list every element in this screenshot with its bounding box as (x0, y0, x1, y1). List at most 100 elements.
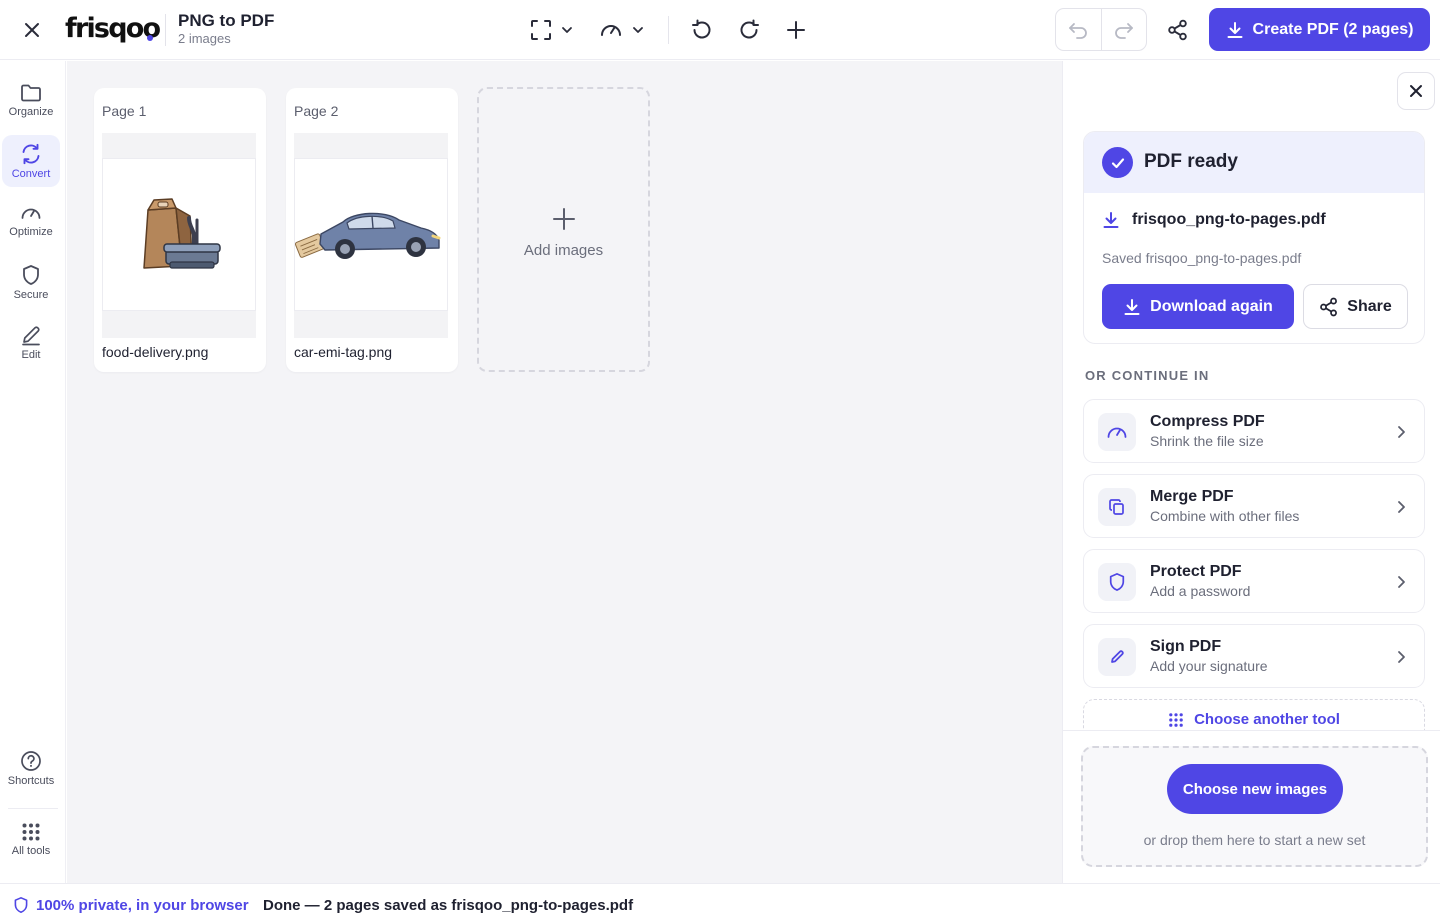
gauge-icon (601, 25, 621, 36)
fit-dropdown[interactable] (526, 12, 578, 48)
grid-icon (1169, 712, 1183, 727)
create-pdf-button[interactable]: Create PDF (2 pages) (1209, 8, 1430, 51)
help-icon (21, 751, 41, 771)
sidebar-item-label: Convert (11, 168, 51, 180)
page-file-name: car-emi-tag.png (294, 344, 393, 360)
chevron-down-icon (562, 27, 572, 33)
tool-compress-pdf[interactable]: Compress PDF Shrink the file size (1083, 399, 1425, 463)
tool-title: Sign PDF (1150, 638, 1222, 655)
sidebar-item-optimize[interactable]: Optimize (2, 195, 60, 247)
close-button[interactable] (14, 12, 50, 48)
sidebar-item-label: Edit (21, 349, 41, 361)
redo-button[interactable] (1100, 9, 1147, 50)
undo-button[interactable] (1056, 9, 1101, 50)
choose-new-images-button[interactable]: Choose new images (1167, 764, 1343, 814)
saved-status: Saved frisqoo_png-to-pages.pdf (1102, 250, 1302, 266)
download-again-button[interactable]: Download again (1102, 284, 1294, 329)
new-set-section: Choose new images or drop them here to s… (1063, 730, 1440, 883)
sidebar-item-organize[interactable]: Organize (2, 75, 60, 127)
toolbar-divider (668, 16, 669, 44)
sidebar-item-label: All tools (11, 845, 51, 857)
page-thumbnail (102, 158, 256, 311)
share-label: Share (1347, 297, 1392, 315)
output-file-row[interactable]: frisqoo_png-to-pages.pdf (1102, 211, 1326, 229)
grid-icon (22, 823, 40, 841)
rotate-left-icon (692, 19, 711, 39)
choose-another-tool-button[interactable]: Choose another tool (1083, 699, 1425, 733)
chevron-right-icon (1398, 576, 1405, 588)
page-label: Page 2 (294, 103, 339, 119)
shield-icon (1098, 563, 1136, 601)
left-sidebar: Organize Convert Optimize Secure Edit Sh… (0, 61, 66, 883)
rotate-left-button[interactable] (683, 12, 721, 48)
quality-dropdown[interactable] (596, 12, 648, 48)
share-icon (1320, 297, 1338, 316)
tool-protect-pdf[interactable]: Protect PDF Add a password (1083, 549, 1425, 613)
privacy-note[interactable]: 100% private, in your browser (13, 896, 249, 914)
download-icon (1227, 21, 1243, 38)
app-logo[interactable]: frisqoo (65, 12, 161, 46)
output-file-name: frisqoo_png-to-pages.pdf (1132, 211, 1326, 228)
share-button-header[interactable] (1158, 10, 1198, 50)
tool-merge-pdf[interactable]: Merge PDF Combine with other files (1083, 474, 1425, 538)
page-card-2[interactable]: Page 2 car-emi-tag.png (286, 88, 458, 372)
tool-subtitle: Add your signature (1150, 658, 1268, 674)
document-subtitle: 2 images (178, 31, 231, 46)
sidebar-item-edit[interactable]: Edit (2, 316, 60, 368)
page-thumbnail (294, 158, 448, 311)
copy-icon (1098, 488, 1136, 526)
pen-icon (22, 326, 40, 346)
close-icon (1410, 85, 1422, 97)
page-file-name: food-delivery.png (102, 344, 209, 360)
panel-close-button[interactable] (1397, 72, 1435, 110)
page-card-1[interactable]: Page 1 food-delivery.png (94, 88, 266, 372)
sidebar-item-shortcuts[interactable]: Shortcuts (2, 742, 60, 794)
chevron-right-icon (1398, 426, 1405, 438)
pdf-ready-card: PDF ready frisqoo_png-to-pages.pdf Saved… (1083, 131, 1425, 344)
sidebar-item-label: Organize (8, 106, 54, 118)
share-button[interactable]: Share (1303, 284, 1408, 329)
drop-hint: or drop them here to start a new set (1143, 832, 1366, 848)
page-thumbnail-frame (102, 133, 256, 338)
tool-sign-pdf[interactable]: Sign PDF Add your signature (1083, 624, 1425, 688)
sidebar-item-label: Optimize (9, 226, 53, 238)
page-label: Page 1 (102, 103, 147, 119)
shield-icon (14, 897, 28, 913)
undo-redo-group (1055, 8, 1147, 51)
page-canvas: Page 1 food-delivery.png Page 2 car-emi-… (67, 61, 1062, 883)
chevron-right-icon (1398, 651, 1405, 663)
sidebar-item-secure[interactable]: Secure (2, 256, 60, 308)
close-icon (25, 23, 39, 37)
rotate-right-button[interactable] (730, 12, 768, 48)
download-icon (1103, 212, 1119, 228)
top-header: frisqoo PNG to PDF 2 images Create PDF (… (0, 0, 1440, 60)
fit-icon (531, 20, 551, 40)
page-thumbnail-frame (294, 133, 448, 338)
create-pdf-label: Create PDF (2 pages) (1252, 20, 1414, 38)
chevron-right-icon (1398, 501, 1405, 513)
car-image (295, 212, 441, 259)
gauge-icon (1098, 413, 1136, 451)
download-again-label: Download again (1150, 297, 1273, 315)
tool-subtitle: Shrink the file size (1150, 433, 1264, 449)
check-circle-icon (1102, 147, 1133, 178)
tool-title: Merge PDF (1150, 488, 1234, 505)
tool-title: Compress PDF (1150, 413, 1265, 430)
drop-zone[interactable]: Choose new images or drop them here to s… (1081, 746, 1428, 867)
sidebar-item-label: Shortcuts (7, 775, 55, 787)
tool-title: Protect PDF (1150, 563, 1242, 580)
continue-heading: OR CONTINUE IN (1085, 368, 1210, 383)
undo-icon (1069, 22, 1088, 39)
sidebar-item-convert[interactable]: Convert (2, 135, 60, 187)
shield-icon (23, 265, 39, 285)
document-title: PNG to PDF (178, 11, 275, 30)
privacy-text: 100% private, in your browser (36, 896, 249, 914)
sidebar-item-all-tools[interactable]: All tools (2, 814, 60, 866)
plus-icon (553, 208, 575, 230)
sidebar-item-label: Secure (13, 289, 49, 301)
share-icon (1168, 19, 1187, 41)
header-divider (165, 14, 166, 46)
add-images-card[interactable]: Add images (477, 87, 650, 372)
add-images-button[interactable] (777, 12, 815, 48)
food-delivery-image (143, 197, 221, 269)
